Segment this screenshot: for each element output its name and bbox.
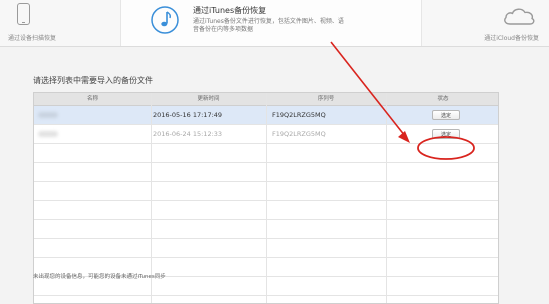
- column-header-update-time: 更新时间: [197, 96, 220, 102]
- device-not-found-note: 未出现您的设备信息，可能您的设备未通过iTunes同步: [33, 274, 166, 280]
- row-serial-number: F19Q2LRZG5MQ: [272, 111, 326, 119]
- tab-itunes-backup[interactable]: 通过iTunes备份恢复 通过iTunes备份文件进行恢复，包括文件图片、视频、…: [120, 0, 422, 46]
- column-divider: [266, 93, 267, 303]
- column-header-serial: 序列号: [317, 96, 335, 102]
- column-header-name: 名称: [86, 96, 98, 102]
- music-note-icon: [151, 6, 179, 34]
- tab-itunes-title: 通过iTunes备份恢复: [193, 6, 267, 15]
- cloud-icon: [504, 8, 535, 25]
- tab-device-scan-label: 通过设备扫描恢复: [8, 35, 57, 42]
- device-name-redacted: [38, 131, 58, 137]
- select-backup-button[interactable]: 选定: [432, 110, 460, 120]
- column-header-status: 状态: [437, 96, 449, 102]
- tab-icloud-label: 通过iCloud备份恢复: [484, 35, 539, 42]
- tab-device-scan[interactable]: 通过设备扫描恢复: [0, 0, 120, 46]
- device-name-redacted: [38, 112, 58, 118]
- tab-icloud-backup[interactable]: 通过iCloud备份恢复: [420, 0, 549, 46]
- column-divider: [386, 93, 387, 303]
- backup-selection-panel: 请选择列表中需要导入的备份文件 名称 更新时间 序列号 状态 2016-05-1…: [0, 47, 549, 304]
- row-serial-number: F19Q2LRZG5MQ: [272, 130, 326, 138]
- row-update-time: 2016-05-16 17:17:49: [153, 111, 223, 119]
- select-backup-button[interactable]: 选定: [432, 129, 460, 139]
- recovery-mode-tabs: 通过设备扫描恢复 通过iTunes备份恢复 通过iTunes备份文件进行恢复，包…: [0, 0, 549, 47]
- tab-itunes-description: 通过iTunes备份文件进行恢复，包括文件图片、视频、语音备份在内等多项数据: [193, 18, 344, 33]
- row-update-time: 2016-06-24 15:12:33: [153, 130, 223, 138]
- instruction-text: 请选择列表中需要导入的备份文件: [33, 76, 153, 85]
- phone-icon: [17, 3, 30, 25]
